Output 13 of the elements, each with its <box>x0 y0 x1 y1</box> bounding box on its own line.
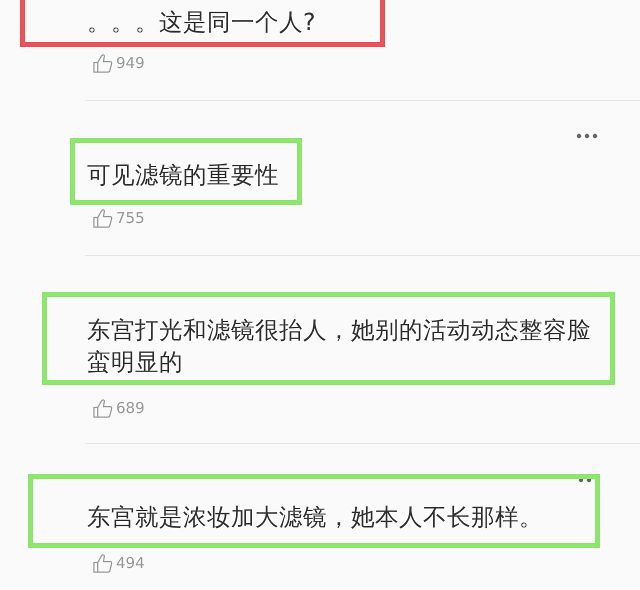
like-count: 949 <box>116 53 145 73</box>
comment-text: 东宫就是浓妆加大滤镜，她本人不长那样。 <box>87 502 544 532</box>
comment-text: 东宫打光和滤镜很抬人，她别的活动动态整容脸蛮明显的 <box>87 315 592 378</box>
like-count: 755 <box>116 208 145 228</box>
thumbs-up-icon[interactable] <box>92 52 113 74</box>
comment-text: 可见滤镜的重要性 <box>87 160 280 190</box>
thumbs-up-icon[interactable] <box>92 398 113 418</box>
comment-text: 。。。这是同一个人? <box>87 7 316 37</box>
thumbs-up-icon[interactable] <box>92 208 113 228</box>
like-count: 494 <box>116 553 145 573</box>
thumbs-up-icon[interactable] <box>92 552 113 574</box>
more-icon[interactable] <box>576 133 598 139</box>
like-count: 689 <box>116 398 145 418</box>
